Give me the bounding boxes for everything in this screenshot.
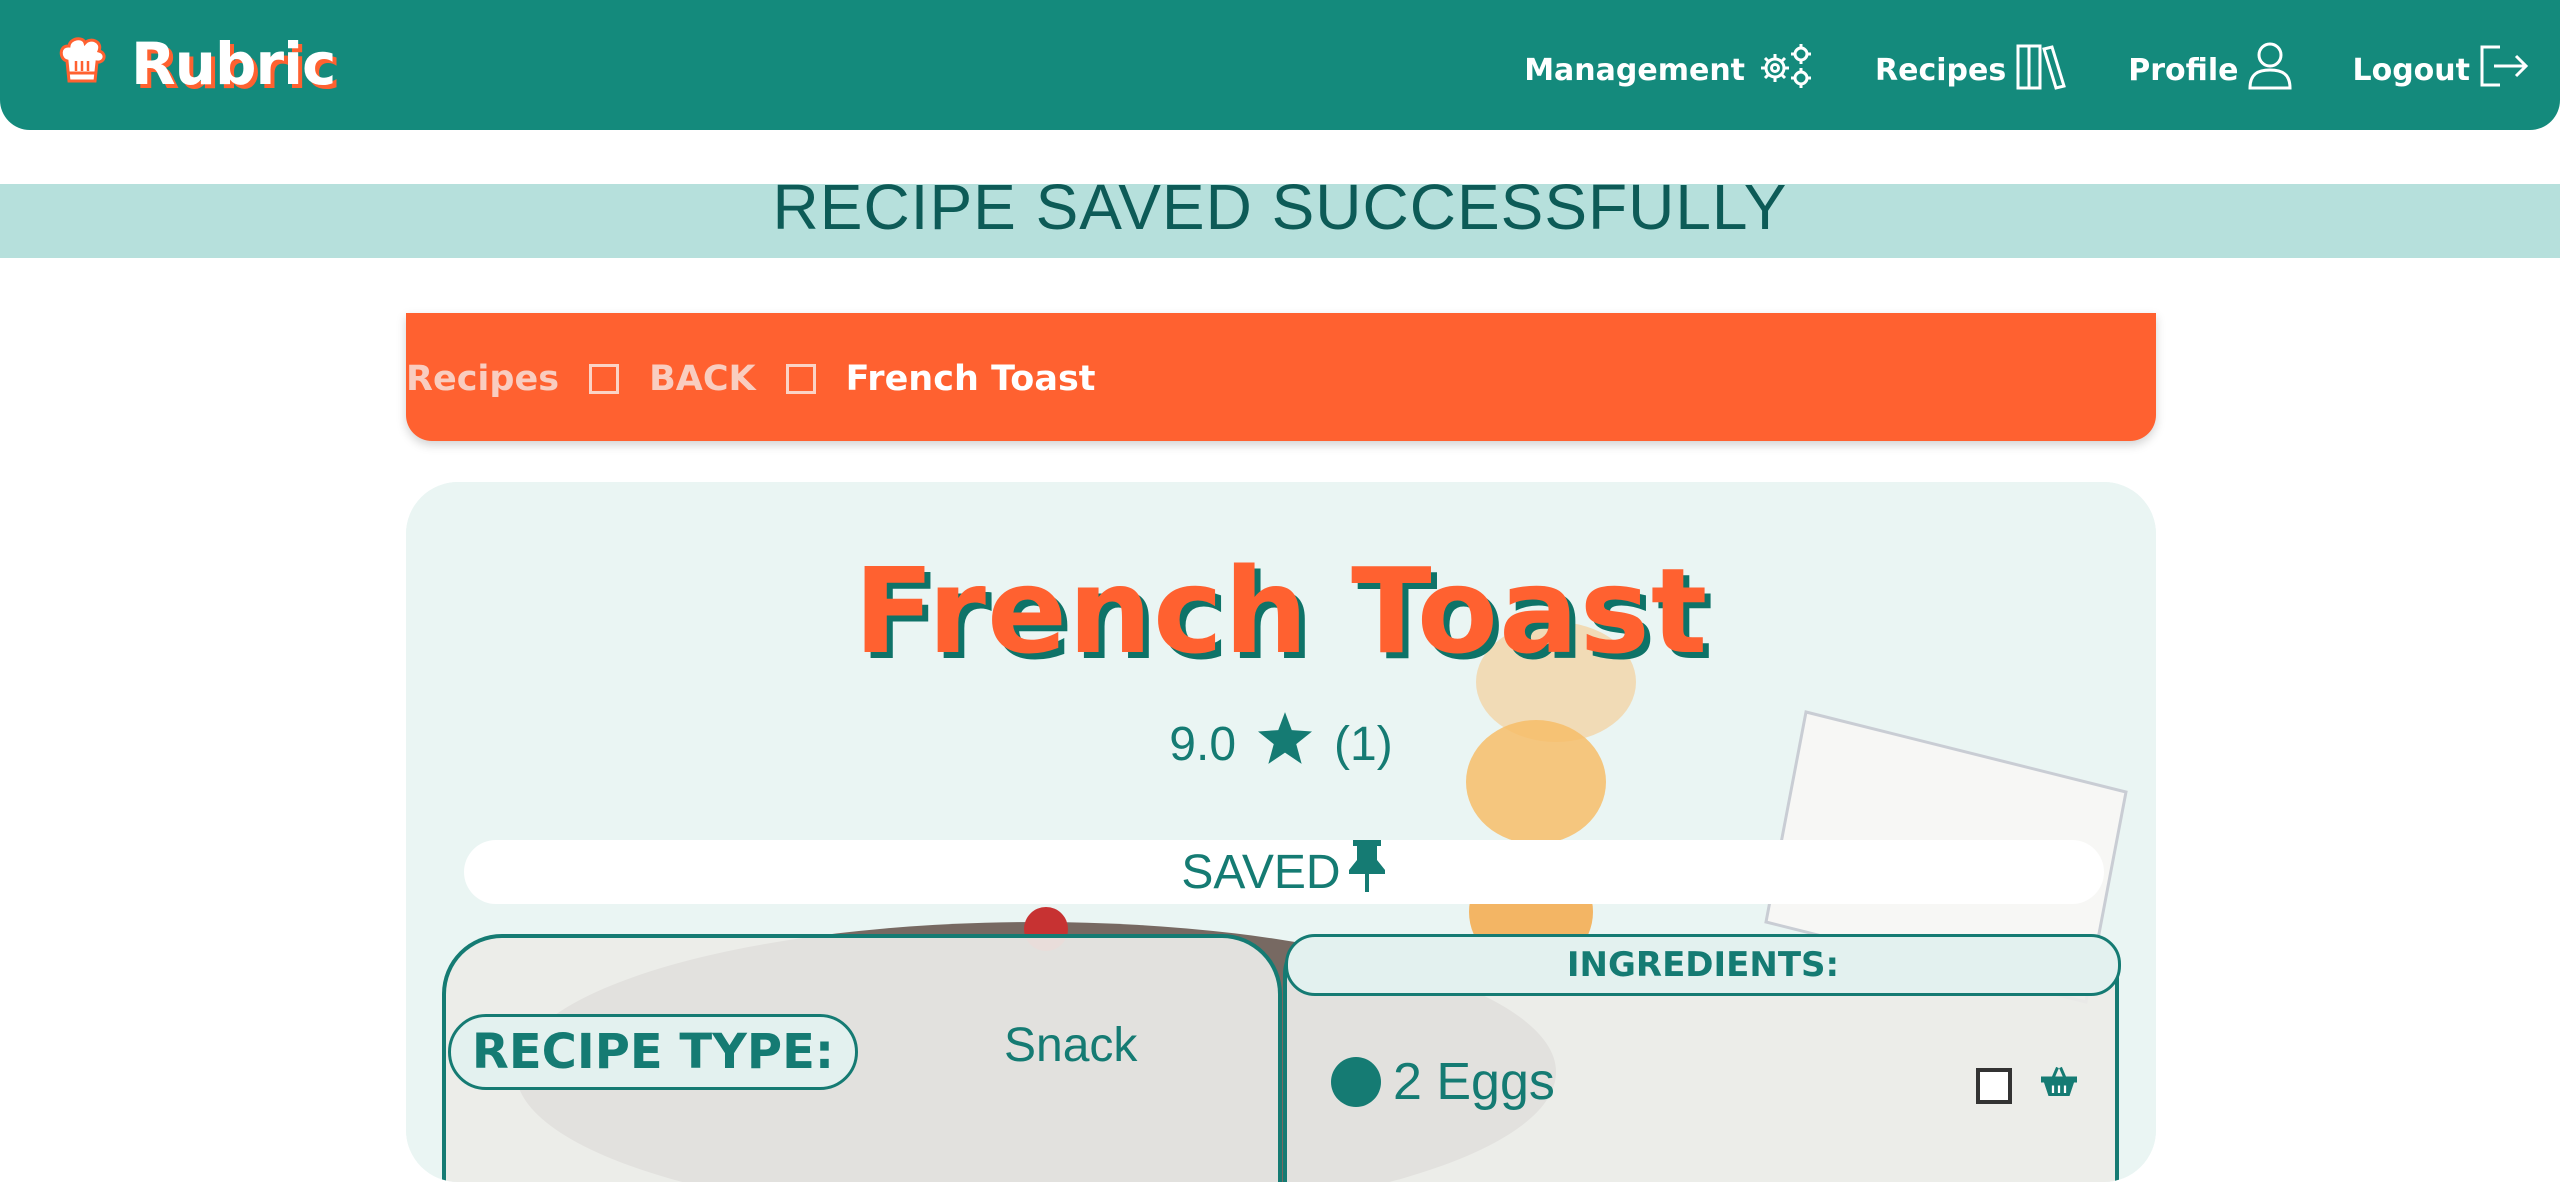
- recipe-title: French Toast: [853, 542, 1709, 680]
- books-icon: [2006, 42, 2070, 98]
- brand-name: Rubric: [131, 30, 336, 98]
- ingredient-text: 2 Eggs: [1393, 1053, 1555, 1111]
- saved-button[interactable]: SAVED: [464, 840, 2104, 904]
- ingredient-checkbox[interactable]: [1976, 1068, 2012, 1104]
- ingredient-item: 2 Eggs: [1331, 1052, 2077, 1112]
- ingredient-bullet: [1331, 1057, 1381, 1107]
- breadcrumb-recipes[interactable]: Recipes: [406, 359, 559, 399]
- ingredients-heading: INGREDIENTS:: [1285, 934, 2121, 996]
- breadcrumb-back[interactable]: BACK: [649, 359, 756, 399]
- recipe-type-panel: RECIPE TYPE: Snack: [442, 934, 1282, 1182]
- nav-links: Management Recipes Profile Logout: [1466, 40, 2532, 100]
- chef-hat-icon: [55, 35, 109, 93]
- nav-recipes[interactable]: Recipes: [1875, 42, 2070, 98]
- gears-icon: [1745, 40, 1817, 100]
- rating-value: 9.0: [1169, 717, 1237, 771]
- basket-icon[interactable]: [2041, 1066, 2077, 1100]
- recipe-card: French Toast 9.0 (1) SAVED RECIPE TYPE: …: [406, 482, 2156, 1182]
- recipe-type-value: Snack: [1004, 1019, 1138, 1072]
- user-icon: [2238, 41, 2294, 99]
- nav-management-label: Management: [1524, 52, 1746, 88]
- ingredients-panel: INGREDIENTS: 2 Eggs: [1283, 934, 2121, 1182]
- success-message: RECIPE SAVED SUCCESSFULLY: [772, 171, 1788, 243]
- nav-logout[interactable]: Logout: [2352, 43, 2532, 97]
- brand[interactable]: Rubric: [55, 30, 336, 98]
- breadcrumb-current: French Toast: [845, 359, 1096, 399]
- saved-label: SAVED: [1181, 845, 1341, 899]
- logout-icon: [2470, 43, 2532, 97]
- star-icon: [1258, 712, 1313, 776]
- nav-logout-label: Logout: [2352, 52, 2470, 88]
- nav-management[interactable]: Management: [1524, 40, 1817, 100]
- recipe-rating: 9.0 (1): [406, 712, 2156, 776]
- breadcrumb-separator: [589, 364, 620, 394]
- rating-count: (1): [1334, 717, 1393, 771]
- nav-recipes-label: Recipes: [1875, 52, 2007, 88]
- breadcrumb-separator: [785, 364, 816, 394]
- recipe-type-label: RECIPE TYPE:: [448, 1014, 858, 1090]
- breadcrumb: Recipes BACK French Toast: [406, 313, 2156, 441]
- nav-profile-label: Profile: [2128, 52, 2239, 88]
- top-navbar: Rubric Management Recipes Profile Logout: [0, 0, 2560, 130]
- nav-profile[interactable]: Profile: [2128, 41, 2294, 99]
- pin-icon: [1341, 840, 1387, 904]
